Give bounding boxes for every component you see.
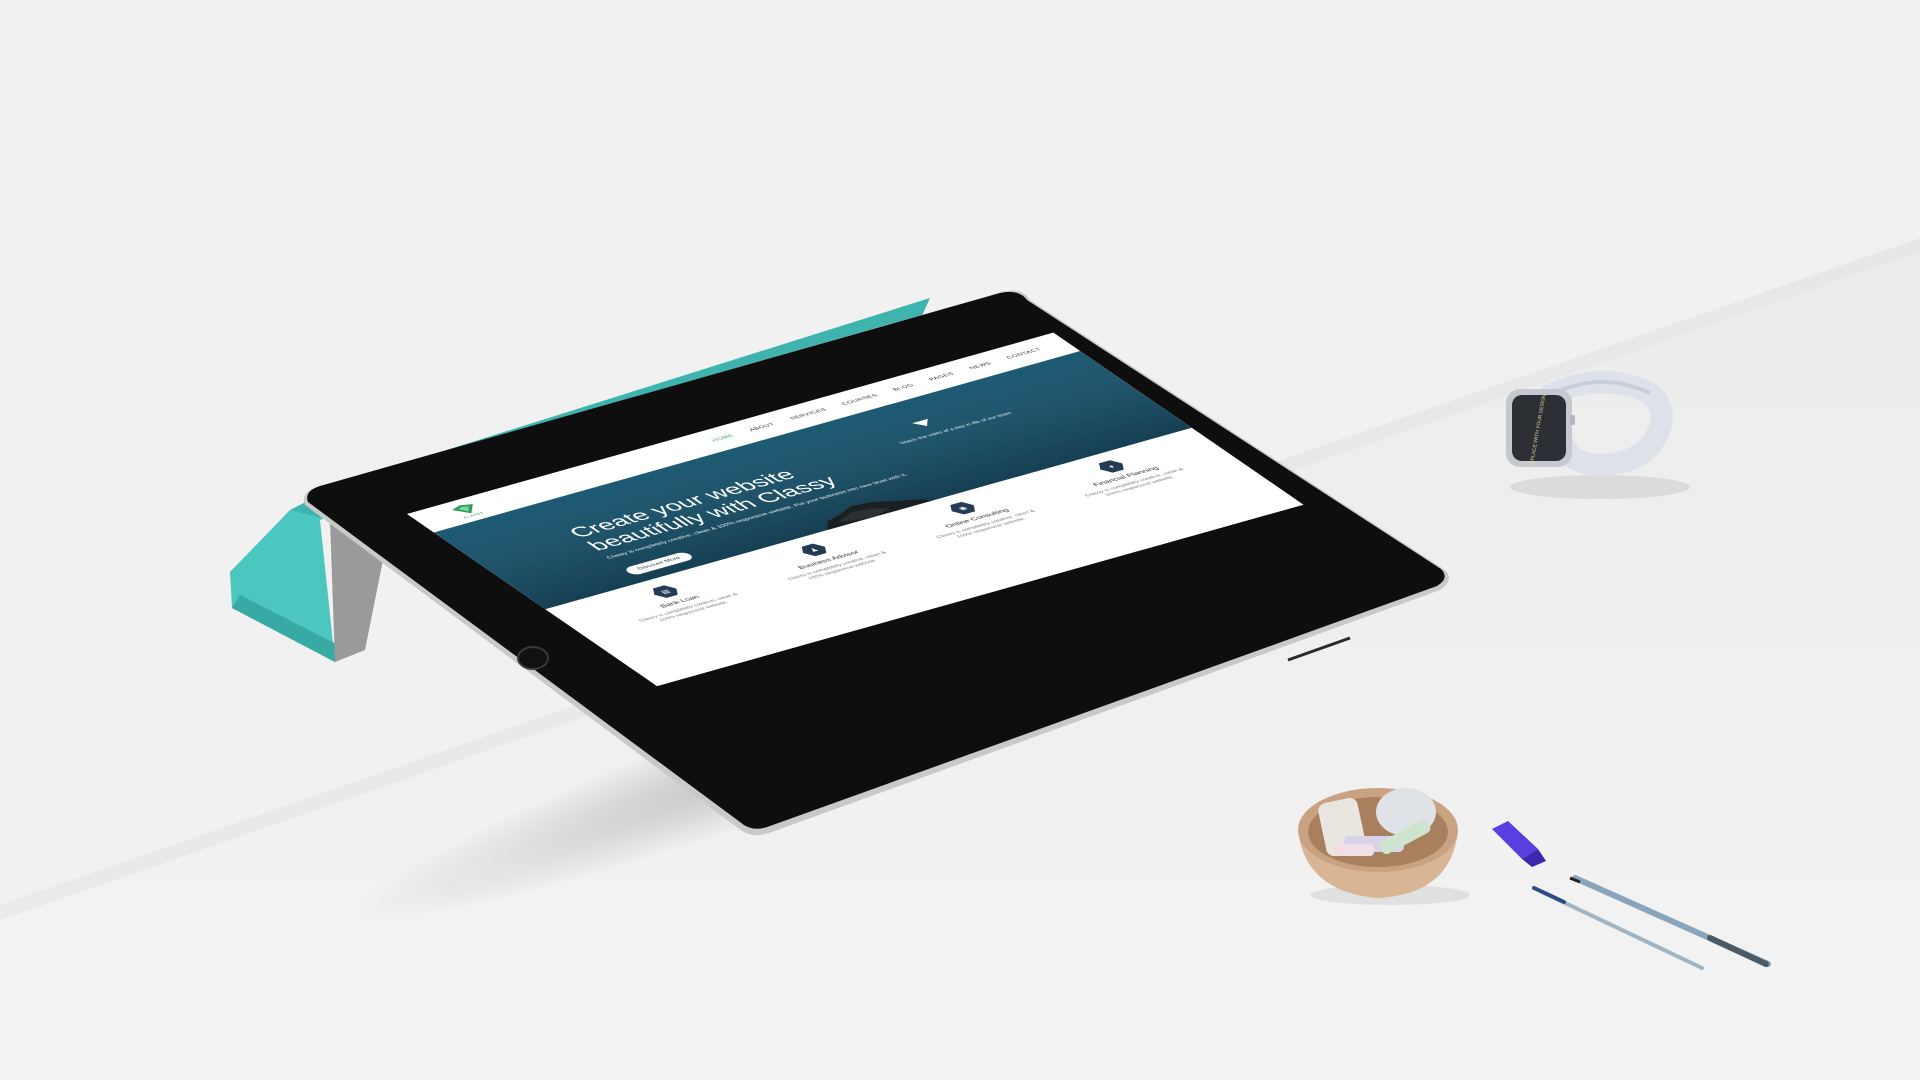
consulting-icon: ◉ [944, 500, 981, 517]
nav-contact[interactable]: CONTACT [1005, 347, 1043, 360]
pen-2 [1540, 890, 1704, 970]
nav-courses[interactable]: COURSES [840, 393, 879, 406]
smartwatch: REPLACE WITH YOUR DESIGN [1506, 371, 1690, 499]
nav-home[interactable]: HOME [710, 433, 736, 442]
eraser-pink [1334, 844, 1374, 856]
nav-about[interactable]: ABOUT [748, 422, 777, 432]
wooden-bowl [1298, 788, 1470, 905]
photo-scene: CLASSY HOME ABOUT SERVICES COURSES BLOG … [0, 0, 1920, 1080]
advisor-icon: ♟ [795, 542, 832, 559]
nav-blog[interactable]: BLOG [891, 383, 915, 392]
nav-services[interactable]: SERVICES [788, 407, 828, 420]
pens [1532, 875, 1771, 970]
home-button-icon[interactable] [517, 646, 549, 670]
nav-news[interactable]: NEWS [968, 361, 994, 370]
nav-pages[interactable]: PAGES [928, 372, 956, 382]
bank-icon: ▤ [647, 583, 684, 600]
planning-icon: ♦ [1093, 458, 1130, 475]
